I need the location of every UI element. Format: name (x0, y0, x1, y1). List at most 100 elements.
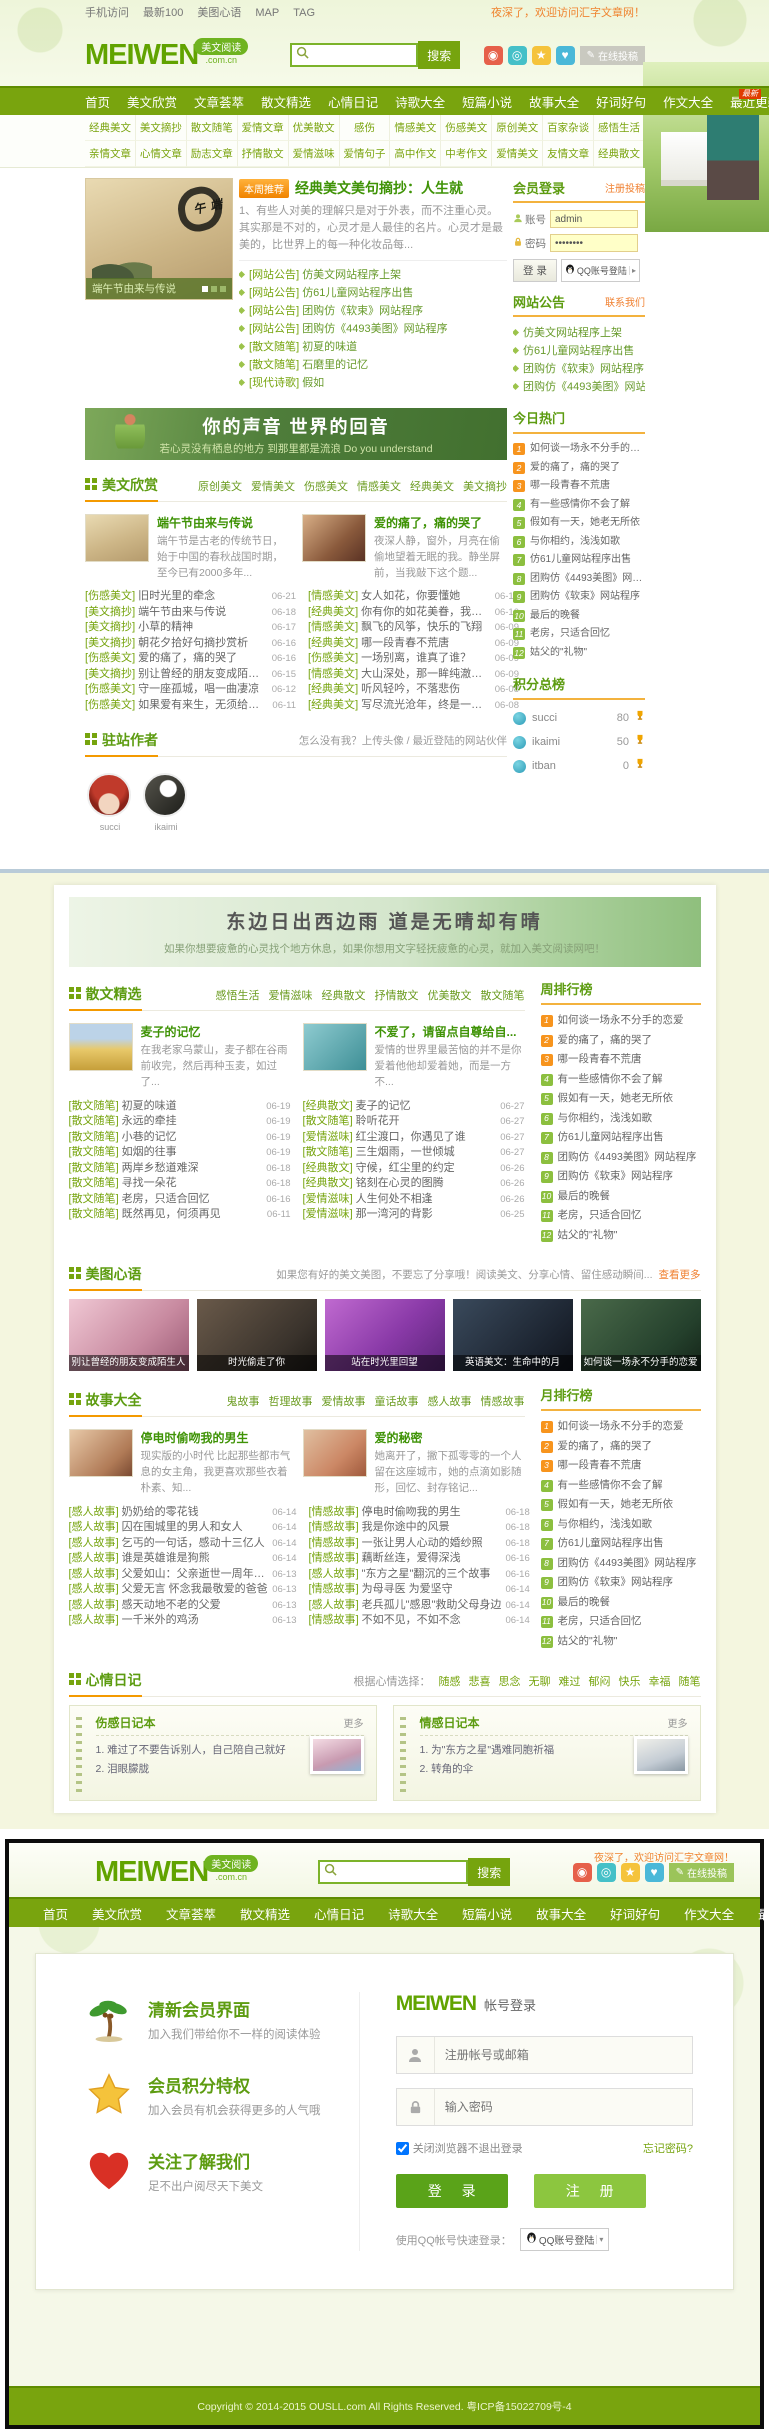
promo-banner[interactable]: 你的声音 世界的回音 若心灵没有栖息的地方 到那里都是流浪 Do you und… (85, 408, 507, 460)
feature-card[interactable]: 爱的秘密她离开了，撇下孤零零的一个人留在这座城市，她的点滴如影随形，回忆、封存铭… (303, 1429, 525, 1496)
subnav-item[interactable]: 散文随笔 (187, 115, 238, 141)
nav-item[interactable]: 诗歌大全 (388, 1904, 438, 1923)
heart-icon[interactable]: ♥ (645, 1863, 664, 1882)
star-icon[interactable]: ★ (532, 46, 551, 65)
tab[interactable]: 感人故事 (428, 1393, 472, 1409)
article-row[interactable]: [感人故事]一千米外的鸡汤06-13 (69, 1613, 297, 1629)
more-link[interactable]: 更多 (668, 1715, 688, 1730)
photo-card[interactable]: 时光偷走了你 (197, 1299, 317, 1371)
rank-row[interactable]: 12姑父的"礼物" (541, 1632, 701, 1652)
mood-link[interactable]: 难过 (559, 1673, 581, 1689)
mood-link[interactable]: 幸福 (649, 1673, 671, 1689)
tab[interactable]: 经典美文 (410, 478, 454, 494)
rank-row[interactable]: 7仿61儿童网站程序出售 (513, 551, 645, 570)
feature-card[interactable]: 端午节由来与传说 端午节是古老的传统节日，始于中国的春秋战国时期，至今已有200… (85, 514, 290, 581)
nav-item[interactable]: 散文精选 (240, 1904, 290, 1923)
article-row[interactable]: [散文随笔]小巷的记忆06-19 (69, 1130, 291, 1146)
subnav-item[interactable]: 爱情句子 (340, 141, 391, 167)
article-row[interactable]: [经典美文]写尽流光沧年，终是一纸为凉06-08 (308, 698, 519, 714)
qzone-icon[interactable]: ◎ (597, 1863, 616, 1882)
tab[interactable]: 鬼故事 (227, 1393, 260, 1409)
article-row[interactable]: [伤感美文]爱的痛了，痛的哭了06-16 (85, 651, 296, 667)
rank-row[interactable]: 6与你相约，浅浅如歌 (541, 1109, 701, 1129)
featured-slider[interactable]: 端午 端午节由来与传说 (85, 178, 233, 300)
tab[interactable]: 爱情故事 (322, 1393, 366, 1409)
score-row[interactable]: ikaimi50 (513, 730, 645, 754)
notice-item[interactable]: [现代诗歌] 假如 (239, 374, 507, 392)
rank-row[interactable]: 1如何谈一场永不分手的恋爱 (513, 440, 645, 459)
rank-row[interactable]: 1如何谈一场永不分手的恋爱 (541, 1011, 701, 1031)
qq-login-button[interactable]: QQ账号登陆▸ (561, 259, 640, 282)
article-row[interactable]: [感人故事]谁是英雄谁是狗熊06-14 (69, 1551, 297, 1567)
article-row[interactable]: [散文随笔]如烟的往事06-19 (69, 1145, 291, 1161)
nav-item[interactable]: 美文欣赏 (92, 1904, 142, 1923)
rank-row[interactable]: 11老房，只适合回忆 (541, 1612, 701, 1632)
remember-checkbox[interactable] (396, 2142, 409, 2155)
rank-row[interactable]: 8团购仿《4493美图》网站程序 (541, 1554, 701, 1574)
article-row[interactable]: [散文随笔]寻找一朵花06-18 (69, 1176, 291, 1192)
rank-row[interactable]: 3哪一段青春不荒唐 (513, 477, 645, 496)
contact-link[interactable]: 联系我们 (605, 294, 645, 309)
qzone-icon[interactable]: ◎ (508, 46, 527, 65)
heart-icon[interactable]: ♥ (556, 46, 575, 65)
forgot-password-link[interactable]: 忘记密码? (643, 2140, 693, 2156)
nav-item[interactable]: 心情日记 (314, 1904, 364, 1923)
weibo-icon[interactable]: ◉ (573, 1863, 592, 1882)
topbar-link[interactable]: 手机访问 (85, 7, 129, 19)
view-more-link[interactable]: 查看更多 (659, 1269, 701, 1281)
rank-row[interactable]: 5假如有一天，她老无所依 (541, 1089, 701, 1109)
article-row[interactable]: [情感故事]一张让男人心动的婚纱照06-18 (309, 1536, 530, 1552)
nav-item[interactable]: 心情日记 (328, 92, 378, 111)
tab[interactable]: 散文随笔 (481, 987, 525, 1003)
topbar-link[interactable]: MAP (255, 7, 279, 19)
subnav-item[interactable]: 百家杂谈 (543, 115, 594, 141)
article-row[interactable]: [经典散文]铭刻在心灵的图腾06-26 (303, 1176, 525, 1192)
mood-link[interactable]: 思念 (499, 1673, 521, 1689)
article-row[interactable]: [爱情滋味]那一湾河的背影06-25 (303, 1207, 525, 1223)
article-row[interactable]: [爱情滋味]红尘渡口，你遇见了谁06-27 (303, 1130, 525, 1146)
subnav-item[interactable]: 经典散文 (594, 141, 645, 167)
mood-link[interactable]: 悲喜 (469, 1673, 491, 1689)
article-row[interactable]: [经典美文]听风轻吟，不落悲伤06-08 (308, 682, 519, 698)
article-row[interactable]: [感人故事]囚在围城里的男人和女人06-14 (69, 1520, 297, 1536)
slider-dots[interactable] (202, 286, 226, 292)
headline-title[interactable]: 经典美文美句摘抄：人生就 (295, 178, 463, 198)
article-row[interactable]: [感人故事]"东方之星"翻沉的三个故事06-16 (309, 1567, 530, 1583)
rank-row[interactable]: 9团购仿《软束》网站程序 (513, 588, 645, 607)
nav-item[interactable]: 故事大全 (536, 1904, 586, 1923)
tab[interactable]: 爱情滋味 (269, 987, 313, 1003)
tab[interactable]: 原创美文 (198, 478, 242, 494)
rank-row[interactable]: 3哪一段青春不荒唐 (541, 1456, 701, 1476)
photo-card[interactable]: 别让曾经的朋友变成陌生人 (69, 1299, 189, 1371)
article-row[interactable]: [散文随笔]老房，只适合回忆06-16 (69, 1192, 291, 1208)
topbar-link[interactable]: 最新100 (143, 7, 183, 19)
author-avatar[interactable]: ikaimi (143, 773, 189, 835)
rank-row[interactable]: 1如何谈一场永不分手的恋爱 (541, 1417, 701, 1437)
rank-row[interactable]: 6与你相约，浅浅如歌 (513, 533, 645, 552)
topbar-link[interactable]: 美图心语 (197, 7, 241, 19)
rank-row[interactable]: 12姑父的"礼物" (541, 1226, 701, 1246)
article-row[interactable]: [情感故事]藕断丝连，爱得深浅06-16 (309, 1551, 530, 1567)
subnav-item[interactable]: 爱情美文 (492, 141, 543, 167)
author-avatar[interactable]: succi (87, 773, 133, 835)
article-row[interactable]: [爱情滋味]人生何处不相逢06-26 (303, 1192, 525, 1208)
feature-card[interactable]: 爱的痛了，痛的哭了 夜深人静，窗外，月亮在偷偷地望着无眠的我。静坐屏前，当我敲下… (302, 514, 507, 581)
rank-row[interactable]: 7仿61儿童网站程序出售 (541, 1534, 701, 1554)
nav-item[interactable]: 美文欣赏 (127, 92, 177, 111)
announce-item[interactable]: 仿美文网站程序上架 (513, 324, 645, 342)
announce-item[interactable]: 团购仿《软束》网站程序 (513, 360, 645, 378)
rank-row[interactable]: 9团购仿《软束》网站程序 (541, 1573, 701, 1593)
feature-card[interactable]: 不爱了，请留点自尊给自...爱情的世界里最苦恼的并不是你爱着他他却爱着她，而是一… (303, 1023, 525, 1090)
score-row[interactable]: succi80 (513, 706, 645, 730)
weibo-icon[interactable]: ◉ (484, 46, 503, 65)
rank-row[interactable]: 4有一些感情你不会了解 (541, 1070, 701, 1090)
article-row[interactable]: [经典散文]守候，红尘里的约定06-26 (303, 1161, 525, 1177)
search-input[interactable] (309, 49, 412, 61)
password-input[interactable] (435, 2100, 692, 2114)
tab[interactable]: 情感故事 (481, 1393, 525, 1409)
article-row[interactable]: [感人故事]乞丐的一句话，感动十三亿人06-14 (69, 1536, 297, 1552)
nav-item[interactable]: 故事大全 (529, 92, 579, 111)
rank-row[interactable]: 10最后的晚餐 (513, 607, 645, 626)
nav-item[interactable]: 文章荟萃 (194, 92, 244, 111)
nav-item[interactable]: 好词好句 (610, 1904, 660, 1923)
